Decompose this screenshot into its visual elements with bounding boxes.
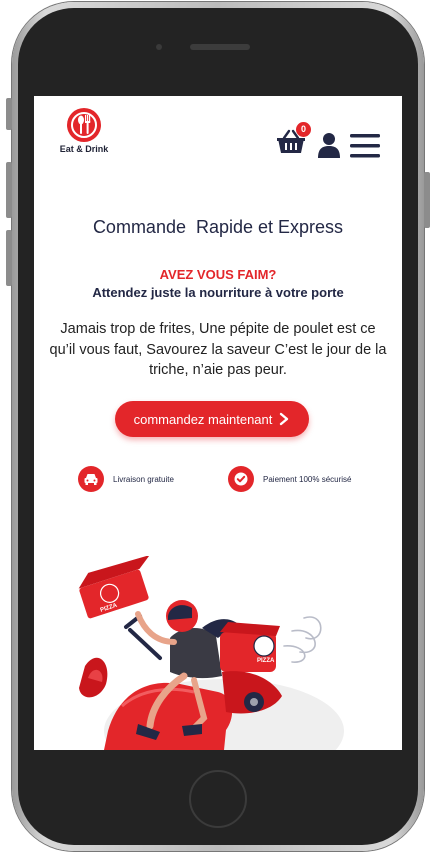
volume-down-button <box>6 230 12 286</box>
power-button <box>424 172 430 228</box>
hero-subtitle: Attendez juste la nourriture à votre por… <box>92 285 344 300</box>
front-camera <box>156 44 162 50</box>
hamburger-menu-icon[interactable] <box>350 134 380 158</box>
feature-secure-payment: Paiement 100% sécurisé <box>228 466 352 492</box>
car-icon <box>78 466 104 492</box>
cart-count-badge: 0 <box>296 122 311 137</box>
volume-up-button <box>6 162 12 218</box>
order-now-label: commandez maintenant <box>133 411 273 427</box>
mute-switch <box>6 98 12 130</box>
order-now-button[interactable]: commandez maintenant <box>115 401 309 437</box>
hero-hungry-heading: AVEZ VOUS FAIM? <box>159 267 277 282</box>
delivery-scooter-illustration: PIZZA PIZZA <box>78 556 344 750</box>
chevron-right-icon <box>280 412 289 426</box>
home-button[interactable] <box>189 770 247 828</box>
speaker-grille <box>190 44 250 50</box>
feature-label: Paiement 100% sécurisé <box>263 474 352 484</box>
hero-description: Jamais trop de frites, Une pépite de pou… <box>49 321 387 378</box>
feature-free-delivery: Livraison gratuite <box>78 466 174 492</box>
brand-name: Eat & Drink <box>59 144 109 154</box>
user-icon[interactable] <box>317 132 341 158</box>
brand-logo[interactable]: Eat & Drink <box>56 108 112 154</box>
check-icon <box>228 466 254 492</box>
fork-spoon-icon <box>67 108 101 142</box>
pizza-box: PIZZA <box>78 556 150 619</box>
scooter-box-text: PIZZA <box>257 658 275 664</box>
app-screen: Eat & Drink 0 Commande Rapide et Express… <box>34 96 402 750</box>
feature-label: Livraison gratuite <box>113 474 174 484</box>
hero-tagline: Commande Rapide et Express <box>92 217 344 237</box>
